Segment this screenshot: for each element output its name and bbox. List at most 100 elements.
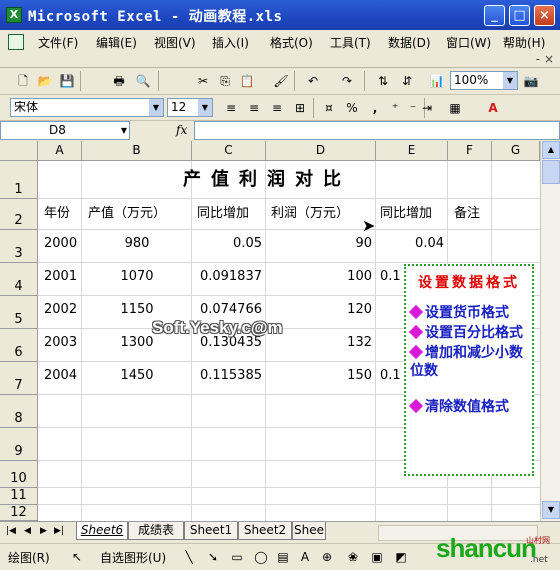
zoom-select[interactable]: 100% ▼ [450, 71, 518, 90]
last-sheet-icon[interactable]: ▶| [54, 526, 64, 536]
cell-output-growth[interactable]: 0.05 [192, 236, 262, 251]
row-header-5[interactable]: 5 [0, 296, 38, 329]
wordart-icon[interactable]: A [296, 548, 314, 566]
menu-file[interactable]: 文件(F) [38, 34, 78, 51]
minimize-button[interactable]: _ [484, 5, 505, 26]
fx-icon[interactable]: fx [176, 123, 187, 137]
print-icon[interactable]: 🖶 [110, 72, 128, 90]
comma-style-button[interactable]: , [366, 99, 384, 117]
row-header-12[interactable]: 12 [0, 505, 38, 521]
camera-icon[interactable]: 📷 [522, 72, 540, 90]
new-icon[interactable]: 🗋 [14, 72, 32, 90]
font-color-icon[interactable]: A [484, 99, 502, 117]
column-header-e[interactable]: E [376, 141, 448, 161]
column-header-b[interactable]: B [82, 141, 192, 161]
picture-icon[interactable]: ▣ [368, 548, 386, 566]
cell-year[interactable]: 2004 [44, 368, 77, 383]
workbook-window-controls[interactable]: - × [536, 52, 554, 66]
cell-profit[interactable]: 100 [266, 269, 372, 284]
redo-icon[interactable]: ↷ [338, 72, 356, 90]
header-year[interactable]: 年份 [44, 202, 70, 221]
scroll-up-icon[interactable]: ▲ [542, 141, 560, 159]
sheet-tab[interactable]: 成绩表 [128, 522, 184, 540]
column-header-a[interactable]: A [38, 141, 82, 161]
menu-help[interactable]: 帮助(H) [503, 34, 545, 51]
maximize-button[interactable]: □ [509, 5, 530, 26]
cell-profit[interactable]: 150 [266, 368, 372, 383]
menu-window[interactable]: 窗口(W) [446, 34, 491, 51]
sort-descending-icon[interactable]: ⇵ [398, 72, 416, 90]
cut-icon[interactable]: ✂ [194, 72, 212, 90]
column-header-d[interactable]: D [266, 141, 376, 161]
cell-output-growth[interactable]: 0.091837 [192, 269, 262, 284]
diagram-icon[interactable]: ⊕ [318, 548, 336, 566]
oval-icon[interactable]: ◯ [252, 548, 270, 566]
workbook-icon[interactable] [8, 34, 24, 50]
first-sheet-icon[interactable]: |◀ [6, 526, 16, 536]
sort-ascending-icon[interactable]: ⇅ [374, 72, 392, 90]
cell-profit-growth[interactable]: 0.04 [376, 236, 444, 251]
cell-output[interactable]: 1450 [82, 368, 192, 383]
row-header-4[interactable]: 4 [0, 263, 38, 296]
cell-output[interactable]: 1150 [82, 302, 192, 317]
font-size-select[interactable]: 12 ▼ [167, 98, 213, 117]
row-header-10[interactable]: 10 [0, 461, 38, 488]
prev-sheet-icon[interactable]: ◀ [24, 526, 31, 536]
menu-view[interactable]: 视图(V) [154, 34, 196, 51]
increase-decimal-icon[interactable]: ⁺ [386, 99, 404, 117]
paste-icon[interactable]: 📋 [238, 72, 256, 90]
line-icon[interactable]: ╲ [180, 548, 198, 566]
textbox-icon[interactable]: ▤ [274, 548, 292, 566]
excel-app-icon[interactable]: X [6, 7, 22, 23]
row-header-3[interactable]: 3 [0, 230, 38, 263]
name-box[interactable]: D8 ▼ [0, 121, 130, 140]
cell-profit-growth[interactable]: 0.1 [380, 368, 401, 383]
formula-input[interactable] [194, 121, 560, 140]
menu-format[interactable]: 格式(O) [270, 34, 313, 51]
column-header-c[interactable]: C [192, 141, 266, 161]
merge-center-icon[interactable]: ⊞ [291, 99, 309, 117]
next-sheet-icon[interactable]: ▶ [40, 526, 47, 536]
clipart-icon[interactable]: ❀ [344, 548, 362, 566]
print-preview-icon[interactable]: 🔍 [134, 72, 152, 90]
autoshapes-menu[interactable]: 自选图形(U) [100, 549, 166, 566]
cell-output-growth[interactable]: 0.115385 [192, 368, 262, 383]
select-all-corner[interactable] [0, 141, 38, 161]
cell-profit[interactable]: 120 [266, 302, 372, 317]
row-header-7[interactable]: 7 [0, 362, 38, 395]
copy-icon[interactable]: ⎘ [216, 72, 234, 90]
sheet-title[interactable]: 产值利润对比 [82, 165, 452, 191]
increase-indent-icon[interactable]: ⇥ [418, 99, 436, 117]
sheet-tab[interactable]: Sheet6 [76, 522, 128, 540]
menu-tools[interactable]: 工具(T) [330, 34, 371, 51]
cell-output[interactable]: 1070 [82, 269, 192, 284]
header-output-growth[interactable]: 同比增加 [197, 202, 249, 221]
header-output[interactable]: 产值（万元） [88, 202, 166, 221]
currency-icon[interactable]: ¤ [320, 99, 338, 117]
menu-edit[interactable]: 编辑(E) [96, 34, 137, 51]
column-header-g[interactable]: G [492, 141, 540, 161]
row-header-11[interactable]: 11 [0, 488, 38, 505]
vertical-scrollbar[interactable]: ▲ ▼ [540, 141, 560, 521]
fill-color-icon[interactable]: ◩ [392, 548, 410, 566]
font-name-select[interactable]: 宋体 ▼ [10, 98, 164, 117]
cell-output[interactable]: 980 [82, 236, 192, 251]
cell-year[interactable]: 2001 [44, 269, 77, 284]
percent-button[interactable]: % [343, 99, 361, 117]
align-left-icon[interactable]: ≡ [222, 99, 240, 117]
chart-wizard-icon[interactable]: 📊 [428, 72, 446, 90]
save-icon[interactable]: 💾 [58, 72, 76, 90]
header-profit-growth[interactable]: 同比增加 [380, 202, 432, 221]
draw-menu[interactable]: 绘图(R) [8, 549, 50, 566]
borders-icon[interactable]: ▦ [446, 99, 464, 117]
undo-icon[interactable]: ↶ [304, 72, 322, 90]
format-painter-icon[interactable]: 🖌 [272, 72, 290, 90]
close-button[interactable]: × [534, 5, 555, 26]
row-header-9[interactable]: 9 [0, 428, 38, 461]
align-center-icon[interactable]: ≡ [245, 99, 263, 117]
cell-output-growth[interactable]: 0.074766 [192, 302, 262, 317]
cell-year[interactable]: 2000 [44, 236, 77, 251]
column-header-f[interactable]: F [448, 141, 492, 161]
row-header-2[interactable]: 2 [0, 199, 38, 230]
menu-data[interactable]: 数据(D) [388, 34, 431, 51]
